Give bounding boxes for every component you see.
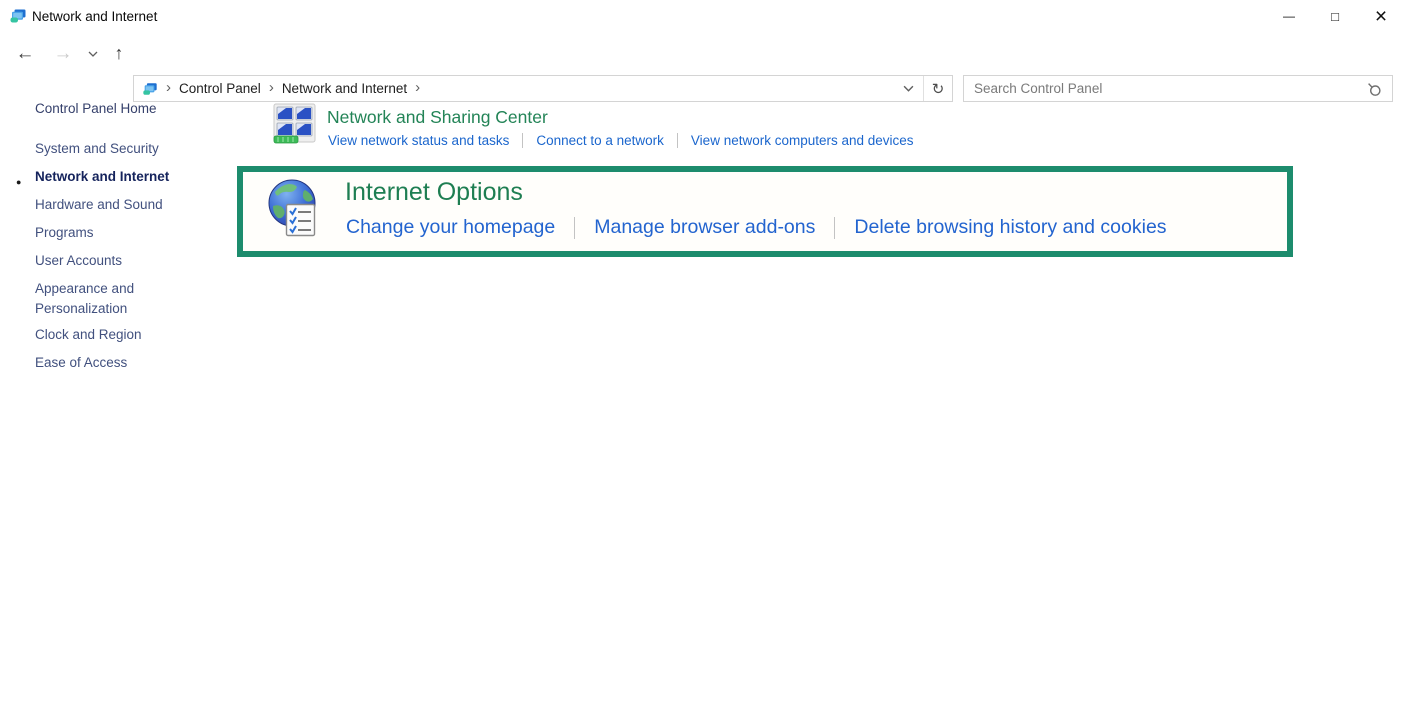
address-history-dropdown[interactable] bbox=[894, 76, 923, 101]
sidebar-item-hardware-and-sound[interactable]: Hardware and Sound bbox=[35, 195, 163, 215]
link-view-network-status[interactable]: View network status and tasks bbox=[328, 133, 509, 148]
network-sharing-center-icon[interactable] bbox=[273, 103, 316, 146]
minimize-icon: — bbox=[1283, 10, 1295, 22]
chevron-down-icon bbox=[903, 85, 914, 92]
window-controls: — □ × bbox=[1266, 0, 1404, 32]
sidebar-item-appearance-and-personalization[interactable]: Appearance and Personalization bbox=[35, 279, 187, 319]
breadcrumb-chevron-icon[interactable]: › bbox=[158, 79, 179, 98]
chevron-down-icon bbox=[88, 51, 98, 57]
link-divider bbox=[522, 133, 523, 148]
forward-arrow-icon: → bbox=[54, 43, 73, 65]
section-title-network-sharing-center[interactable]: Network and Sharing Center bbox=[327, 107, 548, 128]
internet-options-highlight-box: Internet Options Change your homepage Ma… bbox=[237, 166, 1293, 257]
search-box bbox=[963, 75, 1393, 102]
active-item-bullet-icon: ● bbox=[16, 172, 21, 192]
maximize-icon: □ bbox=[1331, 10, 1339, 23]
sidebar-item-programs[interactable]: Programs bbox=[35, 223, 94, 243]
breadcrumb-network-and-internet[interactable]: Network and Internet bbox=[282, 81, 407, 96]
link-view-network-computers[interactable]: View network computers and devices bbox=[691, 133, 914, 148]
navigation-bar: ← → ↑ › Control Panel › Network and Inte… bbox=[0, 32, 1404, 75]
network-sharing-center-tasks: View network status and tasks Connect to… bbox=[328, 133, 914, 148]
back-arrow-icon: ← bbox=[16, 43, 35, 65]
breadcrumb-chevron-icon[interactable]: › bbox=[261, 79, 282, 98]
link-divider bbox=[677, 133, 678, 148]
link-delete-browsing-history[interactable]: Delete browsing history and cookies bbox=[854, 216, 1166, 239]
up-arrow-icon: ↑ bbox=[115, 43, 124, 64]
recent-locations-dropdown[interactable] bbox=[82, 32, 104, 75]
refresh-icon: ↻ bbox=[932, 80, 945, 98]
link-connect-to-network[interactable]: Connect to a network bbox=[536, 133, 664, 148]
breadcrumb-chevron-icon[interactable]: › bbox=[407, 79, 428, 98]
sidebar-active-label: Network and Internet bbox=[35, 169, 169, 184]
search-icon bbox=[1366, 81, 1382, 97]
address-bar[interactable]: › Control Panel › Network and Internet ›… bbox=[133, 75, 953, 102]
minimize-button[interactable]: — bbox=[1266, 0, 1312, 32]
forward-button[interactable]: → bbox=[46, 32, 80, 75]
link-manage-browser-add-ons[interactable]: Manage browser add-ons bbox=[594, 216, 815, 239]
close-icon: × bbox=[1375, 6, 1387, 27]
control-panel-breadcrumb-icon bbox=[142, 81, 158, 97]
sidebar-item-control-panel-home[interactable]: Control Panel Home bbox=[35, 99, 157, 119]
section-title-internet-options[interactable]: Internet Options bbox=[345, 178, 523, 207]
sidebar-item-network-and-internet[interactable]: Network and Internet ● bbox=[35, 167, 169, 187]
sidebar-item-ease-of-access[interactable]: Ease of Access bbox=[35, 353, 127, 373]
refresh-button[interactable]: ↻ bbox=[924, 76, 952, 101]
internet-options-globe-icon[interactable] bbox=[265, 178, 325, 240]
link-divider bbox=[834, 217, 835, 239]
close-button[interactable]: × bbox=[1358, 0, 1404, 32]
sidebar-item-clock-and-region[interactable]: Clock and Region bbox=[35, 325, 142, 345]
window-title: Network and Internet bbox=[32, 9, 157, 24]
control-panel-window: Network and Internet — □ × ← → ↑ › Contr… bbox=[0, 0, 1404, 712]
back-button[interactable]: ← bbox=[8, 32, 42, 75]
maximize-button[interactable]: □ bbox=[1312, 0, 1358, 32]
link-change-your-homepage[interactable]: Change your homepage bbox=[346, 216, 555, 239]
breadcrumb-control-panel[interactable]: Control Panel bbox=[179, 81, 261, 96]
sidebar-item-system-and-security[interactable]: System and Security bbox=[35, 139, 159, 159]
title-bar: Network and Internet — □ × bbox=[0, 0, 1404, 32]
up-button[interactable]: ↑ bbox=[104, 32, 134, 75]
internet-options-tasks: Change your homepage Manage browser add-… bbox=[346, 216, 1167, 239]
sidebar-item-user-accounts[interactable]: User Accounts bbox=[35, 251, 122, 271]
link-divider bbox=[574, 217, 575, 239]
search-input[interactable] bbox=[964, 76, 1366, 101]
control-panel-app-icon bbox=[9, 7, 27, 25]
